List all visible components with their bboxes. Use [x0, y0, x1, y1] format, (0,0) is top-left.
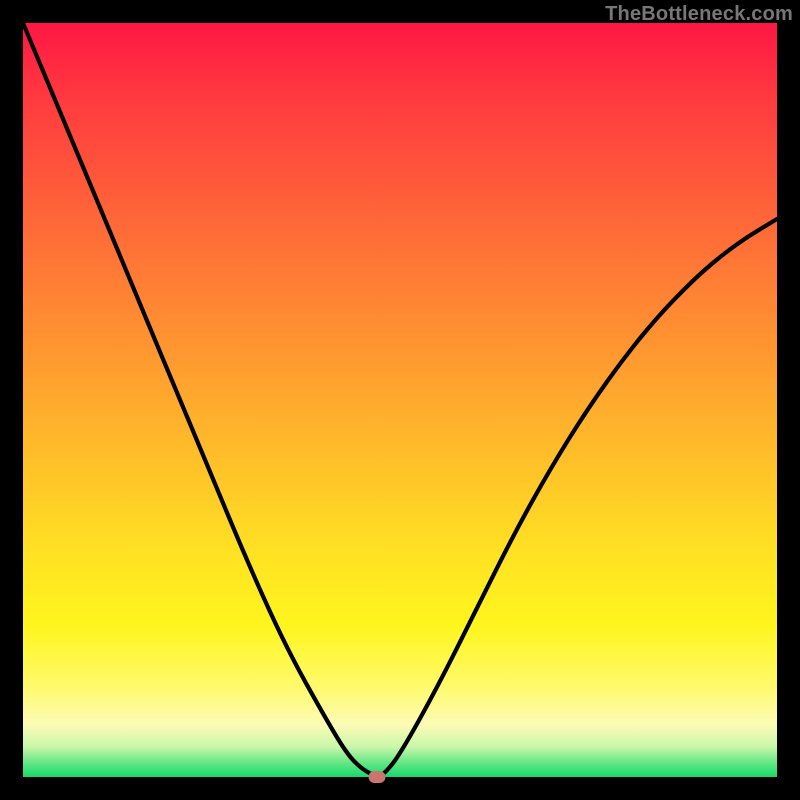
plot-area	[23, 23, 777, 777]
optimal-point-marker	[369, 771, 386, 783]
chart-frame: TheBottleneck.com	[0, 0, 800, 800]
curve-path	[23, 23, 777, 776]
bottleneck-curve	[23, 23, 777, 777]
